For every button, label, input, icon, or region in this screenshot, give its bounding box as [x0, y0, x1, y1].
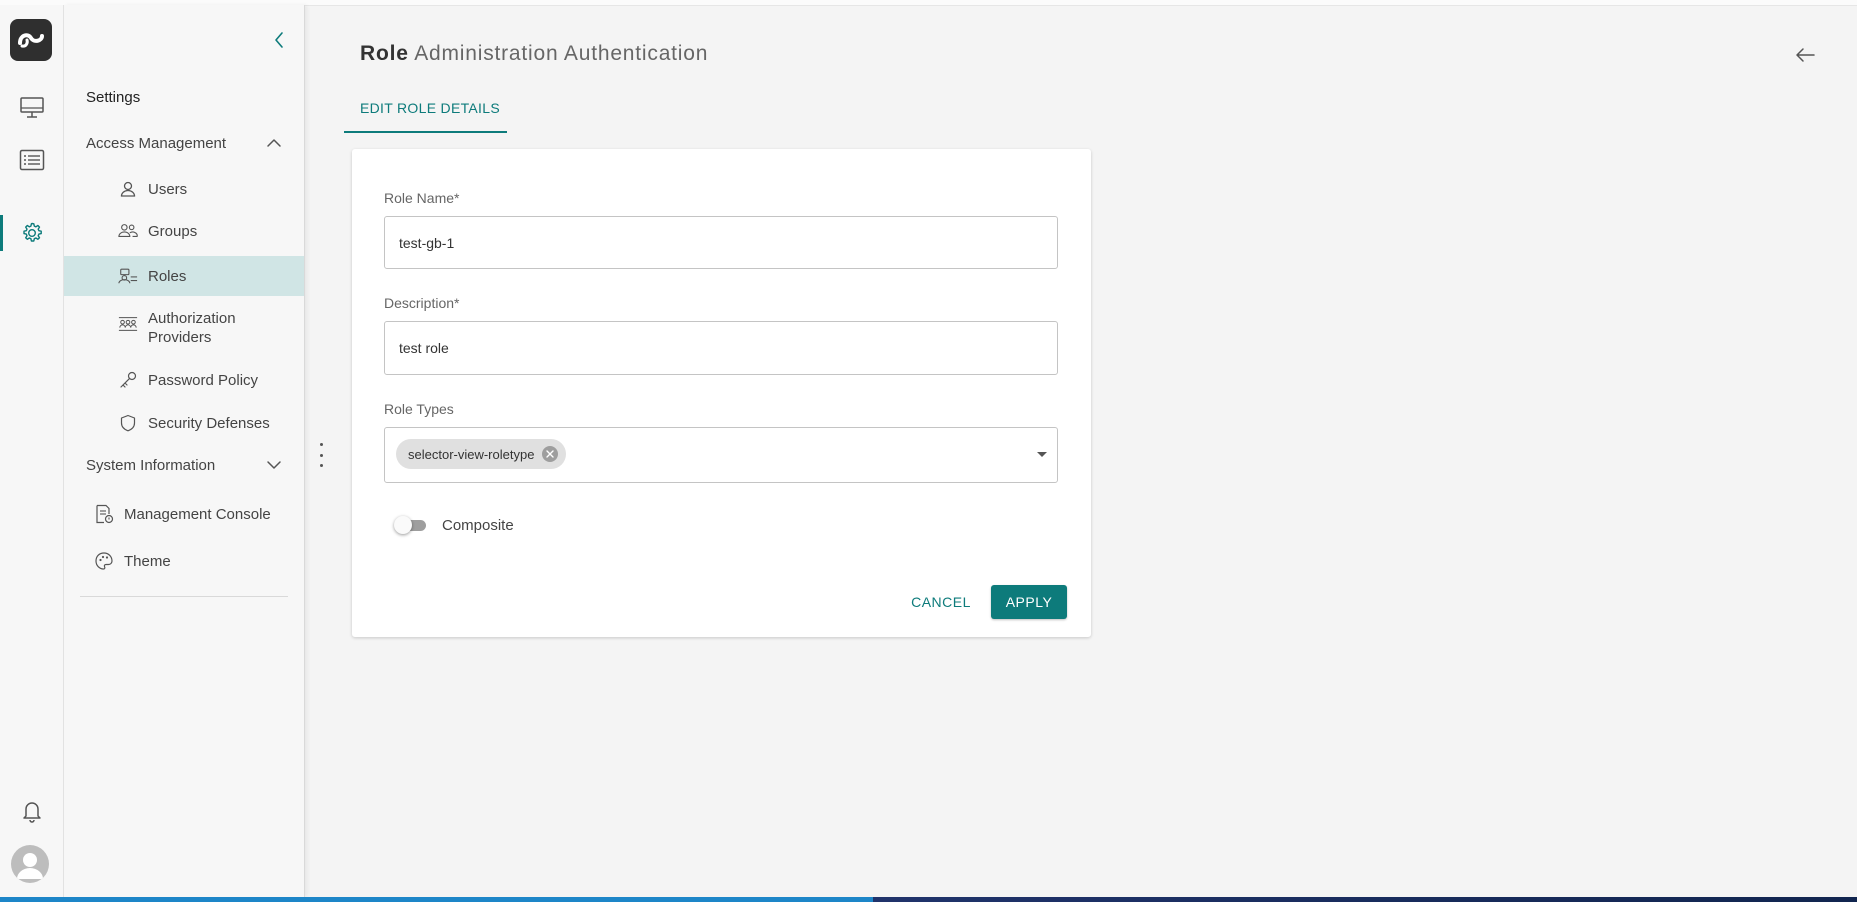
- sidebar-item-groups[interactable]: Groups: [64, 213, 304, 249]
- page-title-bold: Role: [360, 42, 409, 65]
- rail-list-button[interactable]: [0, 140, 63, 180]
- page-title: Role Administration Authentication: [360, 42, 708, 66]
- chevron-left-icon: [275, 32, 283, 48]
- close-icon: [546, 450, 555, 458]
- logo-icon: [18, 33, 44, 48]
- app-logo[interactable]: [10, 19, 52, 61]
- description-label: Description*: [384, 295, 460, 311]
- composite-toggle[interactable]: [394, 515, 428, 535]
- roles-icon: [118, 266, 138, 286]
- sidebar-item-users[interactable]: Users: [64, 171, 304, 207]
- sidebar-item-label: Authorization Providers: [148, 310, 236, 346]
- sidebar-item-label: Theme: [124, 552, 171, 570]
- taskbar-edge: [0, 897, 1857, 902]
- chevron-down-icon: [267, 461, 281, 469]
- list-icon: [19, 149, 44, 171]
- sidebar-item-password-policy[interactable]: Password Policy: [64, 362, 304, 398]
- sidebar-item-label: Password Policy: [148, 371, 259, 389]
- monitor-icon: [19, 97, 44, 118]
- sidebar-item-label: Groups: [148, 222, 198, 240]
- collapse-sidenav-button[interactable]: [264, 25, 294, 55]
- sidebar-item-label: Users: [148, 180, 188, 198]
- rail-dashboard-button[interactable]: [0, 88, 63, 128]
- chevron-up-icon: [267, 139, 281, 147]
- kebab-dot: [319, 443, 323, 446]
- sidebar-item-roles[interactable]: Roles: [64, 256, 304, 296]
- role-name-label: Role Name*: [384, 190, 460, 206]
- sidenav-title: Settings: [86, 89, 141, 106]
- sidebar-item-authorization-providers[interactable]: Authorization Providers: [64, 304, 304, 352]
- resize-handle-menu[interactable]: [314, 443, 328, 467]
- role-types-label: Role Types: [384, 401, 454, 417]
- role-type-chip: selector-view-roletype: [396, 439, 567, 469]
- shield-icon: [118, 413, 138, 433]
- dropdown-arrow-icon[interactable]: [1037, 452, 1047, 457]
- tab-edit-role-details[interactable]: EDIT ROLE DETAILS: [344, 93, 507, 133]
- chip-label: selector-view-roletype: [408, 446, 535, 462]
- rail-notifications-button[interactable]: [0, 791, 63, 831]
- bell-icon: [22, 802, 41, 823]
- kebab-dot: [319, 453, 323, 457]
- management-console-icon: [94, 504, 114, 524]
- avatar[interactable]: [11, 845, 49, 883]
- sidebar-item-label: Management Console: [124, 505, 271, 523]
- avatar-icon: [17, 853, 43, 879]
- sidebar-item-management-console[interactable]: Management Console: [64, 496, 304, 532]
- app-rail: [0, 5, 64, 897]
- user-icon: [118, 179, 138, 199]
- edit-role-card: Role Name* Description* Role Types selec…: [352, 149, 1091, 637]
- sidebar-item-security-defenses[interactable]: Security Defenses: [64, 405, 304, 441]
- page-title-rest: Administration Authentication: [414, 42, 709, 65]
- toggle-thumb: [394, 516, 412, 534]
- role-name-field[interactable]: [384, 216, 1058, 269]
- section-access-management[interactable]: Access Management: [64, 125, 304, 161]
- sidenav-divider: [80, 596, 288, 597]
- cancel-button[interactable]: CANCEL: [900, 585, 982, 619]
- sidebar-item-label: Roles: [148, 267, 187, 285]
- groups-icon: [118, 221, 138, 241]
- rail-settings-button[interactable]: [0, 213, 63, 253]
- chip-remove-button[interactable]: [542, 446, 559, 462]
- section-system-information[interactable]: System Information: [64, 447, 304, 483]
- tab-label: EDIT ROLE DETAILS: [360, 100, 500, 116]
- authorization-providers-icon: [118, 314, 138, 334]
- composite-label: Composite: [442, 517, 514, 534]
- back-button[interactable]: [1790, 40, 1820, 70]
- role-name-input[interactable]: [399, 217, 1039, 268]
- key-icon: [118, 370, 138, 390]
- apply-button[interactable]: APPLY: [991, 585, 1067, 619]
- role-types-select[interactable]: selector-view-roletype: [384, 427, 1058, 483]
- sidebar-item-theme[interactable]: Theme: [64, 543, 304, 579]
- sidebar-item-label: Security Defenses: [148, 414, 270, 432]
- gear-icon: [22, 222, 42, 242]
- settings-sidenav: Settings Access Management Users Groups …: [64, 5, 305, 897]
- kebab-dot: [319, 464, 323, 467]
- section-label: Access Management: [86, 134, 227, 152]
- section-label: System Information: [86, 456, 216, 474]
- palette-icon: [94, 551, 114, 571]
- description-input[interactable]: [399, 322, 1039, 374]
- arrow-left-icon: [1796, 48, 1815, 62]
- description-field[interactable]: [384, 321, 1058, 375]
